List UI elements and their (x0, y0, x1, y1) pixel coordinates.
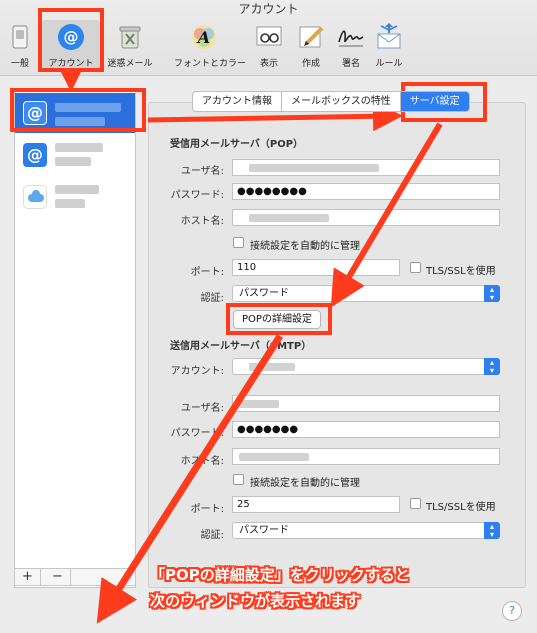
trash-icon (119, 26, 141, 49)
chevron-updown-icon: ▴ ▾ (484, 522, 500, 539)
account-list-footer: + − (14, 568, 136, 586)
incoming-username-field[interactable] (232, 159, 500, 176)
outgoing-auth-select[interactable]: パスワード ▴ ▾ (232, 522, 500, 539)
outgoing-host-label: ホスト名: (180, 456, 224, 467)
outgoing-tls-label: TLS/SSLを使用 (426, 502, 496, 513)
incoming-server-heading: 受信用メールサーバ（POP） (170, 139, 304, 150)
incoming-host-label: ホスト名: (180, 216, 224, 227)
outgoing-host-field[interactable] (232, 448, 500, 465)
glasses-icon (256, 26, 282, 46)
outgoing-auth-label: 認証: (200, 530, 224, 541)
incoming-password-field[interactable]: ●●●●●●●● (232, 183, 500, 200)
toolbar-viewing[interactable]: 表示 (254, 20, 284, 72)
signature-icon (338, 30, 364, 47)
redacted-value (249, 214, 329, 222)
redacted-account-type (55, 199, 85, 208)
incoming-tls-label: TLS/SSLを使用 (426, 266, 496, 277)
redacted-account-name (55, 143, 103, 152)
outgoing-auto-manage-checkbox[interactable] (233, 474, 244, 485)
outgoing-account-label: アカウント: (170, 366, 224, 377)
outgoing-server-heading: 送信用メールサーバ（SMTP） (170, 341, 312, 352)
redacted-value (239, 400, 279, 408)
outgoing-password-label: パスワード: (170, 428, 224, 439)
redacted-account-type (55, 157, 91, 166)
redacted-value (239, 453, 309, 461)
annotation-text-line-2: 次のウィンドウが表示されます (150, 592, 361, 610)
svg-text:A: A (196, 28, 210, 47)
incoming-auth-value: パスワード (239, 288, 289, 299)
incoming-username-label: ユーザ名: (180, 166, 224, 177)
incoming-auto-manage-checkbox[interactable] (233, 237, 244, 248)
outgoing-password-field[interactable]: ●●●●●●● (232, 421, 500, 438)
incoming-port-label: ポート: (190, 267, 224, 278)
annotation-box-advanced-button (226, 303, 332, 335)
redacted-value (249, 164, 379, 172)
outgoing-port-label: ポート: (190, 504, 224, 515)
account-item-icloud[interactable] (15, 177, 135, 217)
toolbar-signatures[interactable]: 署名 (336, 20, 366, 72)
incoming-port-field[interactable]: 110 (232, 259, 400, 276)
redacted-account-name (55, 185, 99, 194)
outgoing-username-label: ユーザ名: (180, 403, 224, 414)
outgoing-tls-checkbox[interactable] (410, 498, 421, 509)
outgoing-username-field[interactable] (232, 395, 500, 412)
chevron-updown-icon: ▴ ▾ (484, 285, 500, 302)
toolbar-composing[interactable]: 作成 (296, 20, 326, 72)
tab-server-settings[interactable]: サーバ設定 (400, 92, 469, 111)
icloud-icon (23, 185, 47, 209)
pencil-icon (299, 26, 324, 48)
annotation-box-account-item (10, 88, 146, 132)
annotation-text-line-1: 「POPの詳細設定」をクリックすると (150, 566, 410, 584)
settings-tabs: アカウント情報 メールボックスの特性 サーバ設定 (192, 91, 470, 112)
incoming-auth-select[interactable]: パスワード ▴ ▾ (232, 285, 500, 302)
toolbar-fonts-colors[interactable]: A フォントとカラー (174, 20, 246, 72)
account-list: @ @ (14, 88, 136, 588)
outgoing-auth-value: パスワード (239, 525, 289, 536)
tab-mailbox-behaviors[interactable]: メールボックスの特性 (282, 92, 401, 111)
outgoing-port-field[interactable]: 25 (232, 496, 400, 513)
incoming-auth-label: 認証: (200, 293, 224, 304)
incoming-tls-checkbox[interactable] (410, 262, 421, 273)
toolbar-junk-mail[interactable]: 迷惑メール (107, 20, 153, 72)
outgoing-account-select[interactable]: ▴ ▾ (232, 358, 500, 375)
toolbar-rules[interactable]: ルール (374, 20, 404, 72)
rules-envelope-icon (377, 23, 401, 49)
remove-account-button[interactable]: − (45, 569, 71, 585)
incoming-host-field[interactable] (232, 209, 500, 226)
outgoing-auto-manage-label: 接続設定を自動的に管理 (250, 478, 360, 489)
help-button[interactable]: ? (502, 601, 522, 621)
add-account-button[interactable]: + (15, 569, 41, 585)
tab-account-info[interactable]: アカウント情報 (193, 92, 282, 111)
fonts-colors-icon: A (192, 25, 216, 49)
chevron-updown-icon: ▴ ▾ (484, 358, 500, 375)
account-item-2[interactable]: @ (15, 135, 135, 175)
at-sign-icon: @ (23, 143, 47, 167)
switch-icon (12, 25, 28, 49)
annotation-box-accounts (38, 8, 104, 72)
incoming-auto-manage-label: 接続設定を自動的に管理 (250, 241, 360, 252)
redacted-value (249, 363, 295, 371)
incoming-password-label: パスワード: (170, 190, 224, 201)
